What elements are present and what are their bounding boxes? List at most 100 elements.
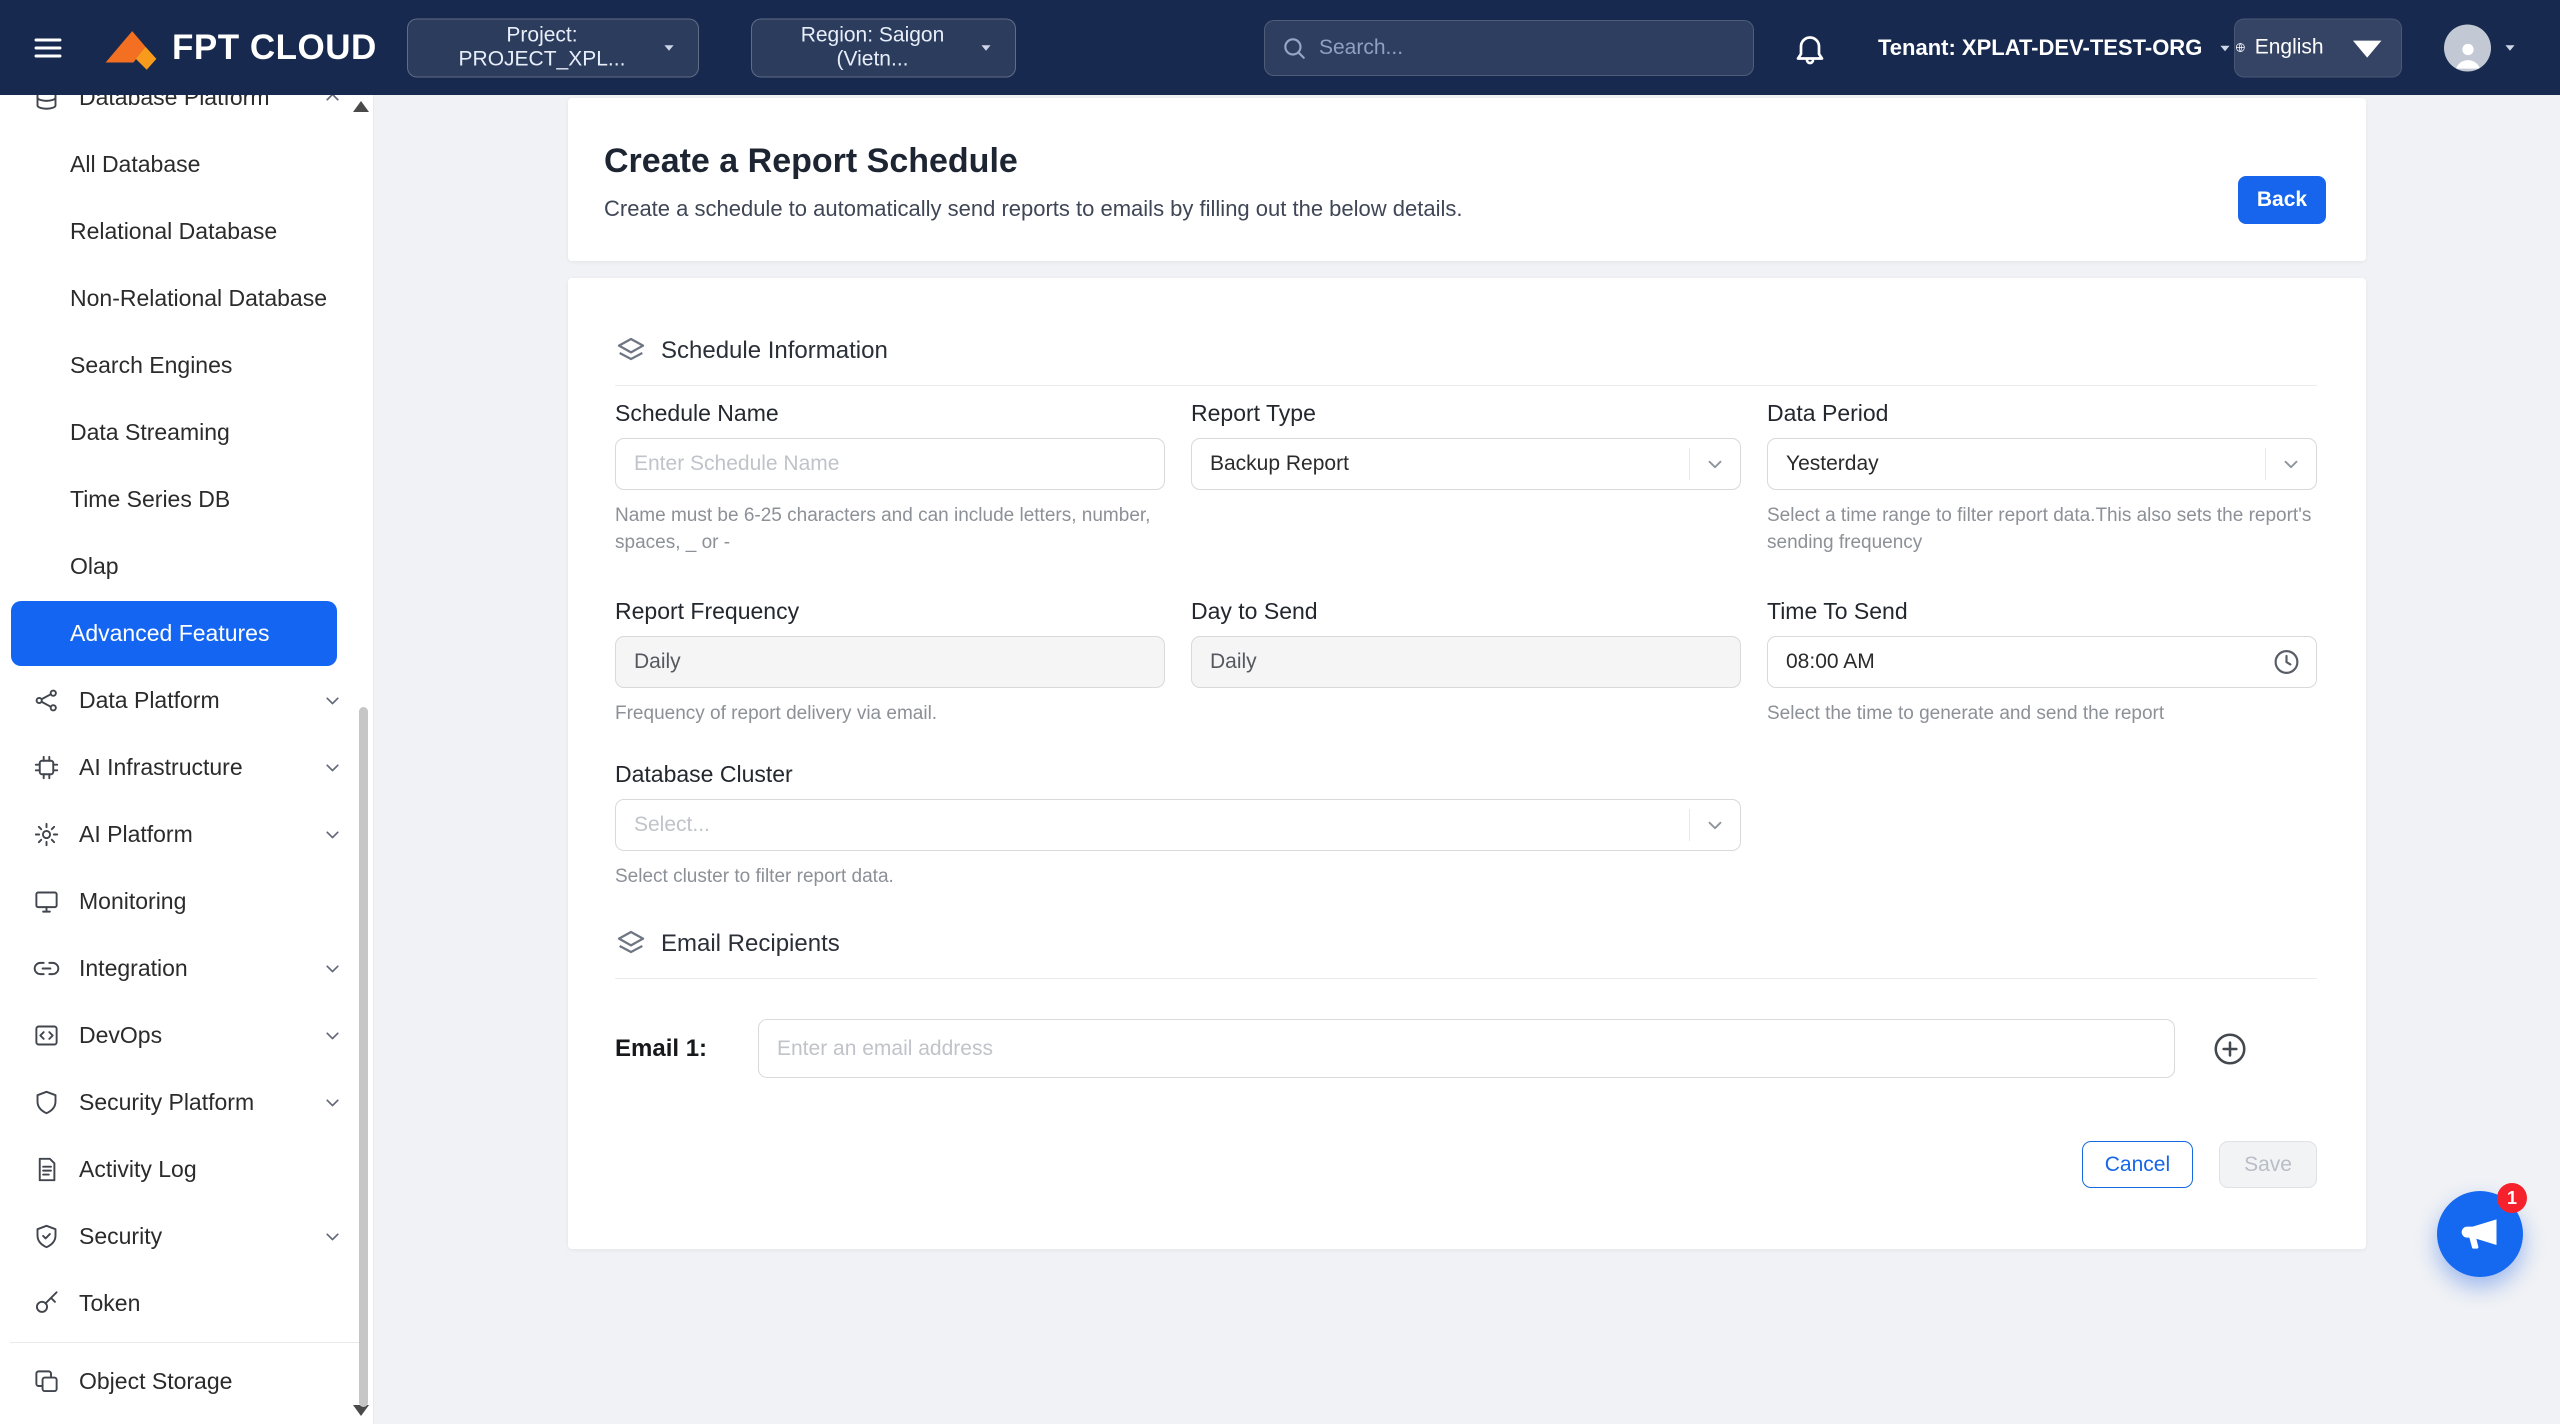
sidebar-item-data-streaming[interactable]: Data Streaming	[0, 399, 373, 466]
sidebar-item-security[interactable]: Security	[0, 1203, 373, 1270]
chevron-down-icon	[322, 757, 343, 778]
sidebar-item-all-database[interactable]: All Database	[0, 131, 373, 198]
chevron-down-icon	[322, 690, 343, 711]
project-selector[interactable]: Project: PROJECT_XPL...	[407, 18, 699, 77]
region-selector[interactable]: Region: Saigon (Vietn...	[751, 18, 1016, 77]
sidebar-item-devops[interactable]: DevOps	[0, 1002, 373, 1069]
report-frequency-label: Report Frequency	[615, 596, 1165, 626]
chevron-down-icon	[2265, 448, 2316, 480]
add-email-button[interactable]	[2211, 1030, 2249, 1068]
chevron-down-icon	[975, 37, 997, 59]
hamburger-icon	[32, 32, 64, 64]
day-to-send-field: Day to Send	[1191, 596, 1741, 727]
sidebar-navigation: Database Platform All Database Relationa…	[0, 95, 374, 1424]
sidebar-item-label: Database Platform	[79, 95, 269, 111]
user-menu[interactable]	[2444, 24, 2521, 71]
sidebar-item-search-engines[interactable]: Search Engines	[0, 332, 373, 399]
sidebar-item-activity-log[interactable]: Activity Log	[0, 1136, 373, 1203]
sidebar-item-label: Data Streaming	[70, 419, 230, 446]
chevron-up-icon	[322, 95, 343, 108]
section-title: Schedule Information	[661, 337, 888, 365]
language-selector[interactable]: English	[2234, 18, 2402, 77]
time-to-send-field: Time To Send Select the time to generate…	[1767, 596, 2317, 727]
chevron-down-icon	[1689, 809, 1740, 841]
form-row-3: Database Cluster Select... Select cluste…	[615, 759, 2317, 890]
sidebar-item-database-platform[interactable]: Database Platform	[0, 95, 373, 131]
page-header-card: Create a Report Schedule Create a schedu…	[568, 98, 2366, 261]
notifications-button[interactable]	[1788, 26, 1832, 70]
activity-log-icon	[33, 1156, 60, 1183]
sidebar-item-label: Relational Database	[70, 218, 277, 245]
report-type-label: Report Type	[1191, 398, 1741, 428]
form-row-1: Schedule Name Name must be 6-25 characte…	[615, 398, 2317, 556]
sidebar-divider	[10, 1342, 363, 1343]
sidebar-item-token[interactable]: Token	[0, 1270, 373, 1337]
time-to-send-helper: Select the time to generate and send the…	[1767, 700, 2317, 727]
email-1-input[interactable]	[758, 1019, 2175, 1078]
chevron-down-icon	[658, 37, 680, 59]
layers-icon	[615, 928, 647, 960]
object-storage-icon	[33, 1368, 60, 1395]
database-cluster-select[interactable]: Select...	[615, 799, 1741, 851]
sidebar-item-relational-database[interactable]: Relational Database	[0, 198, 373, 265]
sidebar-item-advanced-features[interactable]: Advanced Features	[11, 601, 337, 666]
sidebar-item-non-relational-database[interactable]: Non-Relational Database	[0, 265, 373, 332]
email-recipient-row: Email 1:	[615, 1019, 2317, 1078]
data-period-label: Data Period	[1767, 398, 2317, 428]
report-type-value: Backup Report	[1210, 452, 1689, 476]
day-to-send-label: Day to Send	[1191, 596, 1741, 626]
sidebar-item-label: Security	[79, 1223, 162, 1250]
fpt-logo-icon	[102, 26, 160, 70]
sidebar-scrollbar-thumb[interactable]	[359, 707, 368, 1407]
time-to-send-input[interactable]	[1767, 636, 2317, 688]
token-icon	[33, 1290, 60, 1317]
data-period-select[interactable]: Yesterday	[1767, 438, 2317, 490]
tenant-label: Tenant: XPLAT-DEV-TEST-ORG	[1878, 35, 2202, 61]
language-label: English	[2255, 36, 2324, 60]
main-content: Create a Report Schedule Create a schedu…	[374, 95, 2560, 1424]
back-button[interactable]: Back	[2238, 176, 2326, 224]
sidebar-item-monitoring[interactable]: Monitoring	[0, 868, 373, 935]
search-icon	[1281, 35, 1307, 61]
sidebar-item-time-series-db[interactable]: Time Series DB	[0, 466, 373, 533]
hamburger-menu-button[interactable]	[24, 24, 72, 72]
sidebar-item-data-platform[interactable]: Data Platform	[0, 667, 373, 734]
tenant-selector[interactable]: Tenant: XPLAT-DEV-TEST-ORG	[1878, 35, 2236, 61]
sidebar-item-label: Monitoring	[79, 888, 186, 915]
security-platform-icon	[33, 1089, 60, 1116]
sidebar-item-ai-platform[interactable]: AI Platform	[0, 801, 373, 868]
navbar-search	[1264, 20, 1754, 76]
sidebar-item-olap[interactable]: Olap	[0, 533, 373, 600]
sidebar-item-label: Time Series DB	[70, 486, 230, 513]
globe-icon	[2235, 35, 2246, 61]
report-type-select[interactable]: Backup Report	[1191, 438, 1741, 490]
sidebar-item-security-platform[interactable]: Security Platform	[0, 1069, 373, 1136]
database-cluster-label: Database Cluster	[615, 759, 1741, 789]
region-selector-label: Region: Saigon (Vietn...	[770, 24, 975, 72]
day-to-send-input	[1191, 636, 1741, 688]
announcements-button[interactable]: 1	[2437, 1191, 2523, 1277]
layers-icon	[615, 335, 647, 367]
top-navbar: FPT CLOUD Project: PROJECT_XPL... Region…	[0, 0, 2560, 95]
ai-platform-icon	[33, 821, 60, 848]
section-title: Email Recipients	[661, 930, 840, 958]
search-input[interactable]	[1319, 36, 1737, 60]
sidebar-item-integration[interactable]: Integration	[0, 935, 373, 1002]
security-icon	[33, 1223, 60, 1250]
email-1-label: Email 1:	[615, 1035, 758, 1063]
sidebar-item-object-storage[interactable]: Object Storage	[0, 1348, 373, 1415]
sidebar-item-ai-infrastructure[interactable]: AI Infrastructure	[0, 734, 373, 801]
schedule-information-section-header: Schedule Information	[615, 333, 2317, 369]
chevron-down-icon	[322, 824, 343, 845]
save-button[interactable]: Save	[2219, 1141, 2317, 1188]
notification-badge: 1	[2497, 1183, 2527, 1213]
sidebar-scroll-up-arrow[interactable]	[353, 101, 369, 112]
ai-infrastructure-icon	[33, 754, 60, 781]
fpt-cloud-logo: FPT CLOUD	[102, 26, 377, 70]
project-selector-label: Project: PROJECT_XPL...	[426, 24, 658, 72]
sidebar-item-label: DevOps	[79, 1022, 162, 1049]
chevron-down-icon	[322, 1226, 343, 1247]
cancel-button[interactable]: Cancel	[2082, 1141, 2193, 1188]
bell-icon	[1792, 30, 1828, 66]
schedule-name-input[interactable]	[615, 438, 1165, 490]
